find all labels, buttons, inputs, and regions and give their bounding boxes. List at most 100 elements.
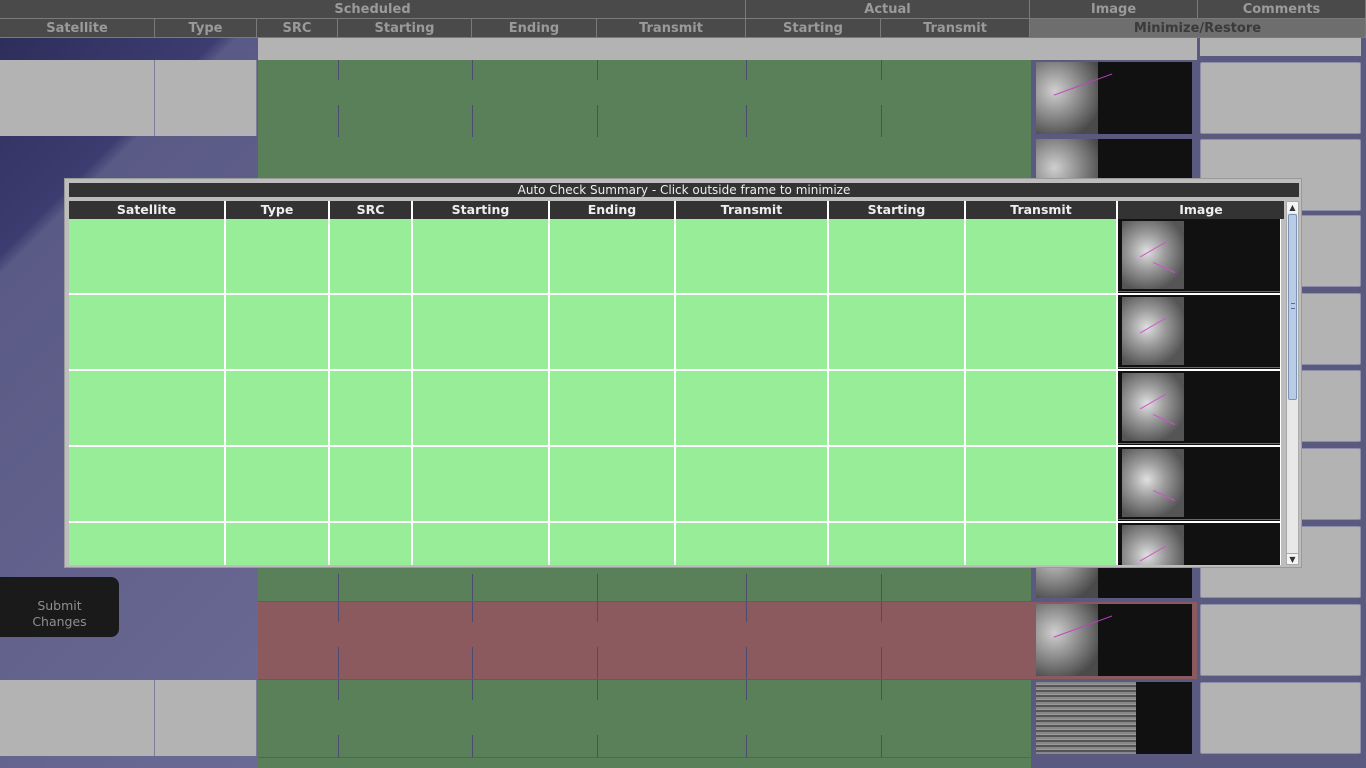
satellite-thumbnail[interactable]: [1036, 604, 1192, 676]
ending-cell: [550, 295, 674, 369]
ending-cell: [550, 447, 674, 521]
satellite-thumbnail[interactable]: [1036, 62, 1192, 134]
table-row[interactable]: [69, 447, 1281, 523]
transmit-cell: [676, 219, 827, 293]
type-cell: [226, 523, 328, 565]
src-cell: [330, 523, 411, 565]
transmit-cell: [676, 447, 827, 521]
submit-changes-button[interactable]: Submit Changes: [0, 577, 119, 637]
table-row[interactable]: [69, 219, 1281, 295]
ending-cell: [550, 219, 674, 293]
satellite-thumbnail[interactable]: [1118, 371, 1280, 445]
satellite-cell: [0, 680, 155, 756]
satellite-cell: [69, 523, 224, 565]
satellite-cell: [69, 447, 224, 521]
header-actual-starting: Starting: [746, 19, 881, 38]
actual-starting-cell: [829, 295, 964, 369]
background-strip: [258, 38, 1031, 60]
satellite-thumbnail[interactable]: [1036, 682, 1192, 754]
satellite-thumbnail[interactable]: [1118, 447, 1280, 521]
image-cell: [1031, 60, 1197, 137]
actual-starting-cell: [829, 371, 964, 445]
background-row: [0, 680, 1366, 757]
modal-header-ending: Ending: [550, 201, 676, 219]
schedule-band: [258, 680, 1031, 757]
actual-transmit-cell: [966, 219, 1116, 293]
transmit-cell: [676, 523, 827, 565]
modal-title: Auto Check Summary - Click outside frame…: [69, 183, 1299, 197]
transmit-cell: [676, 371, 827, 445]
type-cell: [226, 219, 328, 293]
starting-cell: [413, 447, 548, 521]
type-cell: [226, 295, 328, 369]
src-cell: [330, 371, 411, 445]
auto-check-summary-modal[interactable]: Auto Check Summary - Click outside frame…: [64, 178, 1302, 568]
modal-table-body[interactable]: [69, 219, 1281, 565]
satellite-thumbnail[interactable]: [1118, 295, 1280, 369]
image-cell: [1031, 602, 1197, 679]
modal-scrollbar[interactable]: ▲ ▼: [1286, 201, 1299, 565]
satellite-cell: [69, 219, 224, 293]
header-starting: Starting: [338, 19, 472, 38]
background-strip-image: [1031, 38, 1197, 60]
header-transmit: Transmit: [597, 19, 746, 38]
image-cell: [1031, 680, 1197, 757]
ending-cell: [550, 371, 674, 445]
minimize-restore-button[interactable]: Minimize/Restore: [1030, 19, 1366, 38]
starting-cell: [413, 295, 548, 369]
scroll-thumb[interactable]: [1288, 214, 1297, 400]
table-row[interactable]: [69, 295, 1281, 371]
scroll-down-arrow-icon[interactable]: ▼: [1287, 553, 1298, 564]
header-group-image: Image: [1030, 0, 1198, 19]
background-table-header: Scheduled Actual Image Comments Satellit…: [0, 0, 1366, 38]
satellite-cell: [69, 371, 224, 445]
header-group-comments: Comments: [1198, 0, 1366, 19]
comment-field[interactable]: [1200, 62, 1361, 134]
modal-header-satellite: Satellite: [69, 201, 226, 219]
table-row[interactable]: [69, 523, 1281, 565]
header-group-actual: Actual: [746, 0, 1030, 19]
actual-transmit-cell: [966, 371, 1116, 445]
modal-header-image: Image: [1118, 201, 1284, 219]
actual-transmit-cell: [966, 523, 1116, 565]
starting-cell: [413, 523, 548, 565]
satellite-cell: [69, 295, 224, 369]
comment-field[interactable]: [1200, 604, 1361, 676]
satellite-cell: [0, 60, 155, 136]
type-cell: [226, 371, 328, 445]
starting-cell: [413, 371, 548, 445]
page: Scheduled Actual Image Comments Satellit…: [0, 0, 1366, 768]
header-group-scheduled: Scheduled: [0, 0, 746, 19]
modal-header-actual-starting: Starting: [829, 201, 966, 219]
background-row: [0, 758, 1366, 768]
table-row[interactable]: [69, 371, 1281, 447]
comment-field[interactable]: [1200, 682, 1361, 754]
type-cell: [155, 680, 257, 756]
modal-header-starting: Starting: [413, 201, 550, 219]
src-cell: [330, 447, 411, 521]
actual-starting-cell: [829, 219, 964, 293]
header-ending: Ending: [472, 19, 597, 38]
satellite-thumbnail[interactable]: [1118, 523, 1280, 565]
modal-header-actual-transmit: Transmit: [966, 201, 1118, 219]
actual-starting-cell: [829, 523, 964, 565]
src-cell: [330, 295, 411, 369]
actual-starting-cell: [829, 447, 964, 521]
starting-cell: [413, 219, 548, 293]
header-actual-transmit: Transmit: [881, 19, 1030, 38]
background-row: [0, 602, 1366, 679]
header-src: SRC: [257, 19, 338, 38]
ending-cell: [550, 523, 674, 565]
submit-label-line1: Submit: [37, 598, 82, 613]
type-cell: [226, 447, 328, 521]
modal-header-transmit: Transmit: [676, 201, 829, 219]
satellite-thumbnail[interactable]: [1118, 219, 1280, 293]
actual-transmit-cell: [966, 295, 1116, 369]
modal-header-type: Type: [226, 201, 330, 219]
actual-transmit-cell: [966, 447, 1116, 521]
modal-header-src: SRC: [330, 201, 413, 219]
header-type: Type: [155, 19, 257, 38]
scroll-up-arrow-icon[interactable]: ▲: [1287, 202, 1298, 213]
src-cell: [330, 219, 411, 293]
schedule-band: [258, 758, 1031, 768]
